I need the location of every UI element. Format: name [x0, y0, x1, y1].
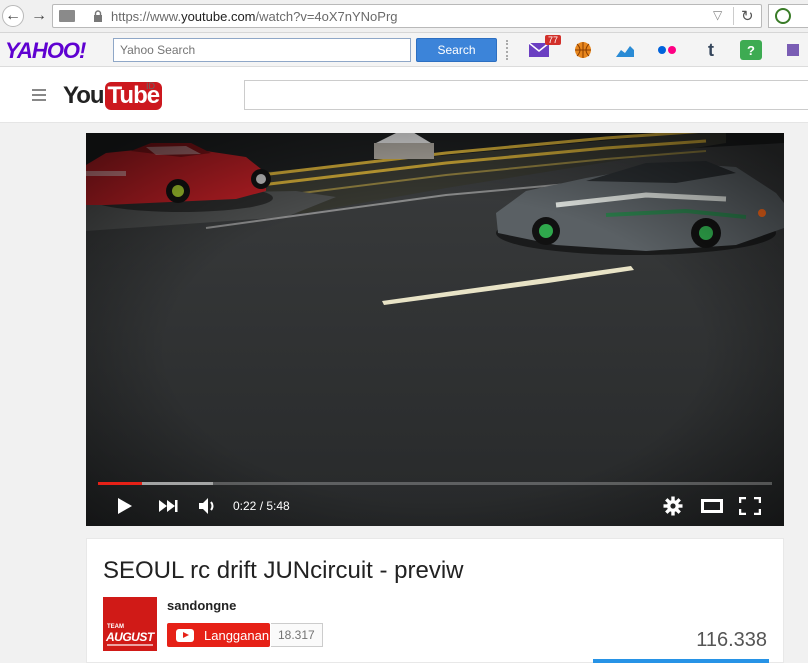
browser-search-box[interactable]	[768, 4, 808, 28]
search-engine-icon	[775, 8, 791, 24]
basketball-icon[interactable]	[572, 40, 594, 60]
answers-icon[interactable]: ?	[740, 40, 762, 60]
more-icon[interactable]	[782, 40, 804, 60]
progress-played	[98, 482, 142, 485]
yahoo-toolbar: YAHOO! Search 77 t ?	[0, 33, 808, 67]
volume-icon	[199, 498, 214, 514]
theater-icon	[701, 499, 723, 513]
settings-button[interactable]	[662, 494, 684, 518]
divider	[733, 7, 734, 25]
yahoo-search-input[interactable]	[113, 38, 411, 62]
arrow-right-icon: →	[31, 7, 47, 24]
youtube-header: You Tube ID	[0, 67, 808, 123]
youtube-search-input[interactable]	[244, 80, 808, 110]
like-ratio-bar	[593, 659, 769, 663]
channel-avatar[interactable]: TEAM AUGUST	[103, 597, 157, 651]
subscriber-count: 18.317	[271, 623, 323, 647]
browser-address-row: ← → https://www.youtube.com/watch?v=4oX7…	[0, 0, 808, 33]
lock-icon	[94, 10, 102, 22]
view-count: 116.338	[696, 629, 767, 651]
arrow-left-icon: ←	[5, 7, 21, 24]
tumblr-icon[interactable]: t	[700, 40, 722, 60]
hamburger-menu-icon[interactable]	[32, 89, 46, 101]
mail-count-badge: 77	[545, 35, 562, 45]
country-code: ID	[146, 81, 155, 91]
skip-next-icon	[159, 500, 178, 512]
toolbar-grip	[506, 40, 512, 60]
page-icon	[59, 10, 75, 22]
youtube-play-icon	[176, 628, 194, 642]
back-button[interactable]: ←	[2, 5, 24, 27]
url-dropdown-icon[interactable]: ▽	[713, 8, 722, 22]
video-frame[interactable]	[86, 133, 784, 526]
progress-bar[interactable]	[98, 482, 772, 485]
fullscreen-icon	[739, 497, 761, 515]
channel-avatar-logo: AUGUST	[106, 630, 154, 644]
subscribe-label: Langganan	[204, 627, 270, 643]
flickr-icon[interactable]	[656, 40, 678, 60]
play-button[interactable]	[114, 494, 134, 518]
forward-button[interactable]: →	[28, 5, 50, 27]
video-player[interactable]: 0:22 / 5:48	[86, 133, 784, 526]
video-info-card: SEOUL rc drift JUNcircuit - previw TEAM …	[86, 538, 784, 663]
channel-name[interactable]: sandongne	[167, 598, 236, 613]
subscribe-button[interactable]: Langganan	[167, 623, 270, 647]
play-icon	[118, 498, 132, 514]
video-title: SEOUL rc drift JUNcircuit - previw	[103, 557, 464, 584]
fullscreen-button[interactable]	[738, 494, 762, 518]
next-button[interactable]	[156, 494, 180, 518]
finance-chart-icon[interactable]	[614, 40, 636, 60]
channel-avatar-underline	[107, 644, 153, 646]
address-bar[interactable]: https://www.youtube.com/watch?v=4oX7nYNo…	[52, 4, 762, 28]
yahoo-search-button[interactable]: Search	[416, 38, 497, 62]
url-text: https://www.youtube.com/watch?v=4oX7nYNo…	[111, 9, 398, 24]
time-display: 0:22 / 5:48	[233, 499, 290, 513]
volume-button[interactable]	[196, 494, 220, 518]
theater-mode-button[interactable]	[701, 494, 723, 518]
gear-icon	[663, 496, 683, 516]
reload-icon[interactable]: ↻	[741, 7, 754, 25]
yahoo-logo[interactable]: YAHOO!	[5, 38, 86, 64]
